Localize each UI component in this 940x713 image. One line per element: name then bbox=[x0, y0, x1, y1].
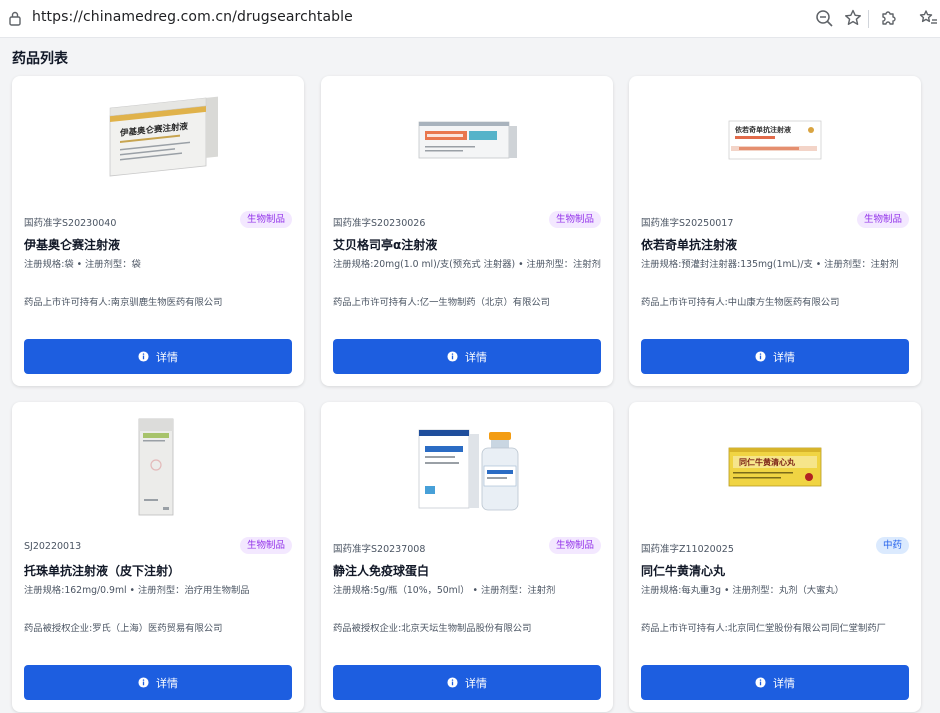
drug-spec: 注册规格:162mg/0.9ml • 注册剂型：治疗用生物制品 bbox=[24, 585, 250, 596]
details-button-label: 详情 bbox=[156, 676, 178, 690]
drug-card: 伊基奥仑赛注射液 国药准字S20230040 生物制品 伊基奥仑赛注射液 注册规… bbox=[12, 76, 304, 386]
product-image-box: 同仁牛黄清心丸 bbox=[728, 447, 822, 487]
registration-number: 国药准字S20230026 bbox=[333, 218, 426, 229]
favorite-star-icon[interactable] bbox=[843, 8, 863, 28]
registration-number: 国药准字S20237008 bbox=[333, 544, 426, 555]
drug-spec: 注册规格:预灌封注射器:135mg(1mL)/支 • 注册剂型：注射剂 bbox=[641, 259, 899, 270]
license-holder: 药品上市许可持有人:中山康方生物医药有限公司 bbox=[641, 297, 840, 308]
drug-name: 艾贝格司亭α注射液 bbox=[333, 238, 438, 252]
drug-name: 静注人免疫球蛋白 bbox=[333, 564, 430, 578]
drug-name: 依若奇单抗注射液 bbox=[641, 238, 738, 252]
details-button[interactable]: 详情 bbox=[333, 339, 601, 374]
details-button[interactable]: 详情 bbox=[641, 339, 909, 374]
license-holder: 药品上市许可持有人:北京同仁堂股份有限公司同仁堂制药厂 bbox=[641, 623, 886, 634]
info-icon bbox=[138, 677, 149, 688]
category-badge: 中药 bbox=[875, 537, 909, 554]
browser-toolbar: https://chinamedreg.com.cn/drugsearchtab… bbox=[0, 0, 940, 38]
drug-spec: 注册规格:每丸重3g • 注册剂型：丸剂（大蜜丸） bbox=[641, 585, 844, 596]
product-image-box bbox=[418, 121, 517, 159]
drug-card: 依若奇单抗注射液 国药准字S20250017 生物制品 依若奇单抗注射液 注册规… bbox=[629, 76, 921, 386]
drug-spec: 注册规格:5g/瓶（10%，50ml） • 注册剂型：注射剂 bbox=[333, 585, 556, 596]
details-button[interactable]: 详情 bbox=[333, 665, 601, 700]
details-button[interactable]: 详情 bbox=[641, 665, 909, 700]
details-button[interactable]: 详情 bbox=[24, 339, 292, 374]
info-icon bbox=[447, 351, 458, 362]
registration-number: 国药准字Z11020025 bbox=[641, 544, 734, 555]
drug-card: 国药准字S20230026 生物制品 艾贝格司亭α注射液 注册规格:20mg(1… bbox=[321, 76, 613, 386]
product-image-box: 伊基奥仑赛注射液 bbox=[109, 96, 218, 177]
drug-name: 托珠单抗注射液（皮下注射） bbox=[24, 564, 181, 578]
info-icon bbox=[138, 351, 149, 362]
registration-number: 国药准字S20230040 bbox=[24, 218, 117, 229]
category-badge: 生物制品 bbox=[239, 537, 292, 554]
drug-spec: 注册规格:袋 • 注册剂型：袋 bbox=[24, 259, 141, 270]
details-button-label: 详情 bbox=[773, 350, 795, 364]
info-icon bbox=[755, 351, 766, 362]
drug-card: SJ20220013 生物制品 托珠单抗注射液（皮下注射） 注册规格:162mg… bbox=[12, 402, 304, 712]
details-button[interactable]: 详情 bbox=[24, 665, 292, 700]
license-holder: 药品被授权企业:北京天坛生物制品股份有限公司 bbox=[333, 623, 532, 634]
toolbar-divider bbox=[868, 10, 869, 28]
product-image-box bbox=[418, 429, 519, 511]
box-product-label: 同仁牛黄清心丸 bbox=[739, 457, 796, 467]
details-button-label: 详情 bbox=[773, 676, 795, 690]
details-button-label: 详情 bbox=[156, 350, 178, 364]
license-holder: 药品上市许可持有人:南京驯鹿生物医药有限公司 bbox=[24, 297, 223, 308]
drug-name: 同仁牛黄清心丸 bbox=[641, 564, 726, 578]
drug-name: 伊基奥仑赛注射液 bbox=[24, 238, 121, 252]
license-holder: 药品上市许可持有人:亿一生物制药（北京）有限公司 bbox=[333, 297, 550, 308]
drug-card: 同仁牛黄清心丸 国药准字Z11020025 中药 同仁牛黄清心丸 注册规格:每丸… bbox=[629, 402, 921, 712]
page-content: 药品列表 伊基奥仑赛注射液 国药准字S20230040 生物制品 伊基奥仑赛注射… bbox=[0, 38, 940, 713]
favorites-list-icon[interactable] bbox=[918, 8, 938, 28]
box-product-label: 依若奇单抗注射液 bbox=[735, 125, 792, 134]
address-bar-url[interactable]: https://chinamedreg.com.cn/drugsearchtab… bbox=[32, 9, 353, 25]
category-badge: 生物制品 bbox=[239, 211, 292, 228]
lock-icon[interactable] bbox=[8, 10, 22, 26]
product-image-box: 依若奇单抗注射液 bbox=[728, 120, 822, 160]
details-button-label: 详情 bbox=[465, 350, 487, 364]
extensions-puzzle-icon[interactable] bbox=[879, 8, 899, 28]
details-button-label: 详情 bbox=[465, 676, 487, 690]
registration-number: 国药准字S20250017 bbox=[641, 218, 734, 229]
drug-spec: 注册规格:20mg(1.0 ml)/支(预充式 注射器) • 注册剂型：注射剂 bbox=[333, 259, 601, 270]
info-icon bbox=[447, 677, 458, 688]
zoom-out-icon[interactable] bbox=[814, 8, 834, 28]
license-holder: 药品被授权企业:罗氏（上海）医药贸易有限公司 bbox=[24, 623, 223, 634]
drug-card: 国药准字S20237008 生物制品 静注人免疫球蛋白 注册规格:5g/瓶（10… bbox=[321, 402, 613, 712]
registration-number: SJ20220013 bbox=[24, 541, 82, 552]
product-image-box bbox=[138, 418, 174, 516]
info-icon bbox=[755, 677, 766, 688]
category-badge: 生物制品 bbox=[548, 537, 601, 554]
page-title: 药品列表 bbox=[12, 51, 68, 67]
category-badge: 生物制品 bbox=[548, 211, 601, 228]
category-badge: 生物制品 bbox=[856, 211, 909, 228]
